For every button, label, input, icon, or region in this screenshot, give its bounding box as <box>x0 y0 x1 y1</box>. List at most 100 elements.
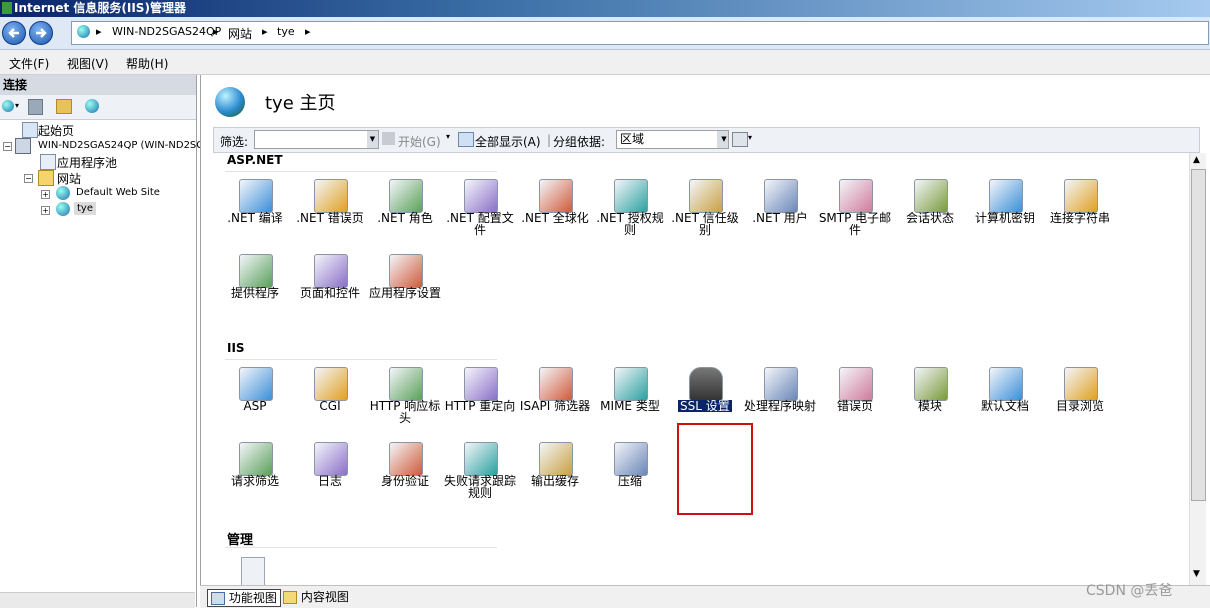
feature-label: .NET 用户 <box>752 211 808 225</box>
scroll-thumb[interactable] <box>1191 169 1206 501</box>
dropdown-arrow-icon[interactable]: ▾ <box>15 101 19 110</box>
tree-item-start-page[interactable]: 起始页 <box>38 122 74 139</box>
breadcrumb-separator: ▸ <box>305 25 311 38</box>
watermark: CSDN @丢爸 <box>1086 583 1173 599</box>
feature-label: .NET 配置文件 <box>446 211 514 237</box>
feature-label: 页面和控件 <box>299 286 360 300</box>
show-all-icon <box>458 132 474 147</box>
collapse-icon[interactable]: − <box>24 174 33 183</box>
menu-view[interactable]: 视图(V) <box>67 55 109 72</box>
feature-label: 输出缓存 <box>530 474 579 488</box>
connections-pane: 连接 ▾ 起始页 − WIN-ND2SGAS24QP (WIN-ND2SG 应用… <box>0 75 204 608</box>
feature-icon <box>314 254 348 288</box>
feature-icon <box>314 179 348 213</box>
back-arrow-icon <box>8 28 19 38</box>
feature-icon <box>314 442 348 476</box>
vertical-scrollbar[interactable]: ▲ ▼ <box>1189 153 1206 585</box>
scroll-down-icon[interactable]: ▼ <box>1193 569 1200 579</box>
feature-label: 应用程序设置 <box>368 286 441 300</box>
feature-label: .NET 全球化 <box>521 211 589 225</box>
globe-icon <box>56 186 70 200</box>
save-icon[interactable] <box>28 99 43 115</box>
feature-label: 目录浏览 <box>1055 399 1104 413</box>
menu-bar: 文件(F) 视图(V) 帮助(H) <box>0 50 1210 75</box>
expand-icon[interactable]: + <box>41 206 50 215</box>
breadcrumb-separator: ▸ <box>213 25 219 38</box>
sites-folder-icon <box>38 170 54 186</box>
back-button[interactable] <box>2 21 26 45</box>
tree-item-server[interactable]: WIN-ND2SGAS24QP (WIN-ND2SG <box>38 140 204 151</box>
management-icon <box>241 557 265 585</box>
features-view-label: 功能视图 <box>228 591 277 605</box>
section-divider <box>225 547 497 548</box>
tree-item-tye[interactable]: tye <box>74 202 96 215</box>
feature-icon <box>989 367 1023 401</box>
tree-item-default-web-site[interactable]: Default Web Site <box>76 187 160 198</box>
group-by-value: 区域 <box>620 132 645 146</box>
start-page-icon <box>22 122 38 138</box>
expand-icon[interactable]: + <box>41 190 50 199</box>
forward-button[interactable] <box>29 21 53 45</box>
features-view-tab[interactable]: 功能视图 <box>207 589 281 607</box>
group-dropdown-arrow-icon[interactable]: ▼ <box>717 131 728 148</box>
feature-icon <box>539 179 573 213</box>
content-view-label: 内容视图 <box>300 590 349 604</box>
folder-up-icon[interactable] <box>56 99 72 114</box>
feature-label: 失败请求跟踪规则 <box>443 474 516 500</box>
connections-toolbar: ▾ <box>0 95 196 120</box>
filter-dropdown-arrow-icon[interactable]: ▼ <box>367 131 378 148</box>
feature-icon <box>239 179 273 213</box>
feature-icon <box>389 367 423 401</box>
breadcrumb-server[interactable]: WIN-ND2SGAS24QP <box>112 25 221 38</box>
dropdown-arrow-icon[interactable]: ▾ <box>446 132 450 141</box>
dropdown-arrow-icon[interactable]: ▾ <box>748 133 752 142</box>
feature-label: .NET 编译 <box>227 211 283 225</box>
feature-label: MIME 类型 <box>600 399 660 413</box>
view-switcher-bar: 功能视图 内容视图 <box>200 585 1210 608</box>
feature-icon <box>239 442 273 476</box>
group-by-label: 分组依据: <box>553 135 606 149</box>
feature-label: 连接字符串 <box>1049 211 1110 225</box>
address-bar[interactable]: ▸ WIN-ND2SGAS24QP ▸ 网站 ▸ tye ▸ <box>71 21 1209 45</box>
breadcrumb-sites[interactable]: 网站 <box>228 25 252 42</box>
section-divider <box>225 359 497 360</box>
tree-item-app-pools[interactable]: 应用程序池 <box>57 154 117 171</box>
site-globe-icon <box>215 87 245 117</box>
feature-icon <box>764 179 798 213</box>
tree-item-sites[interactable]: 网站 <box>57 170 81 187</box>
feature-icon <box>1064 179 1098 213</box>
server-icon <box>15 138 31 154</box>
scroll-up-icon[interactable]: ▲ <box>1193 155 1200 165</box>
feature-icon <box>464 367 498 401</box>
section-divider <box>225 171 497 172</box>
disconnect-icon[interactable] <box>85 99 99 113</box>
feature-label: 身份验证 <box>380 474 429 488</box>
filter-input[interactable]: ▼ <box>254 130 379 149</box>
feature-label: 日志 <box>317 474 342 488</box>
feature-icon <box>389 179 423 213</box>
content-view-tab[interactable]: 内容视图 <box>280 589 352 605</box>
connect-icon[interactable] <box>2 100 14 112</box>
feature-label: 会话状态 <box>905 211 954 225</box>
menu-help[interactable]: 帮助(H) <box>126 55 168 72</box>
feature-list: ASP.NET .NET 编译 .NET 错误页 .NET 角色 .NET 配置文件.… <box>213 153 1189 585</box>
feature-label: 错误页 <box>836 399 873 413</box>
view-mode-icon[interactable] <box>732 132 748 147</box>
collapse-icon[interactable]: − <box>3 142 12 151</box>
start-filter-button[interactable]: 开始(G) <box>398 133 441 150</box>
globe-icon <box>56 202 70 216</box>
ssl-settings-highlight <box>677 423 753 515</box>
feature-label: 请求筛选 <box>230 474 279 488</box>
navigation-bar: ▸ WIN-ND2SGAS24QP ▸ 网站 ▸ tye ▸ <box>0 17 1210 50</box>
features-view-icon <box>211 592 225 605</box>
app-icon <box>2 2 12 14</box>
feature-icon <box>464 179 498 213</box>
show-all-button[interactable]: 全部显示(A) <box>475 133 541 150</box>
section-title-manage: 管理 <box>227 533 254 548</box>
menu-file[interactable]: 文件(F) <box>9 55 49 72</box>
feature-icon <box>839 179 873 213</box>
breadcrumb-site[interactable]: tye <box>277 25 295 38</box>
horizontal-scrollbar[interactable] <box>0 592 195 608</box>
feature-icon <box>389 442 423 476</box>
group-by-select[interactable]: 区域 ▼ <box>616 130 729 149</box>
